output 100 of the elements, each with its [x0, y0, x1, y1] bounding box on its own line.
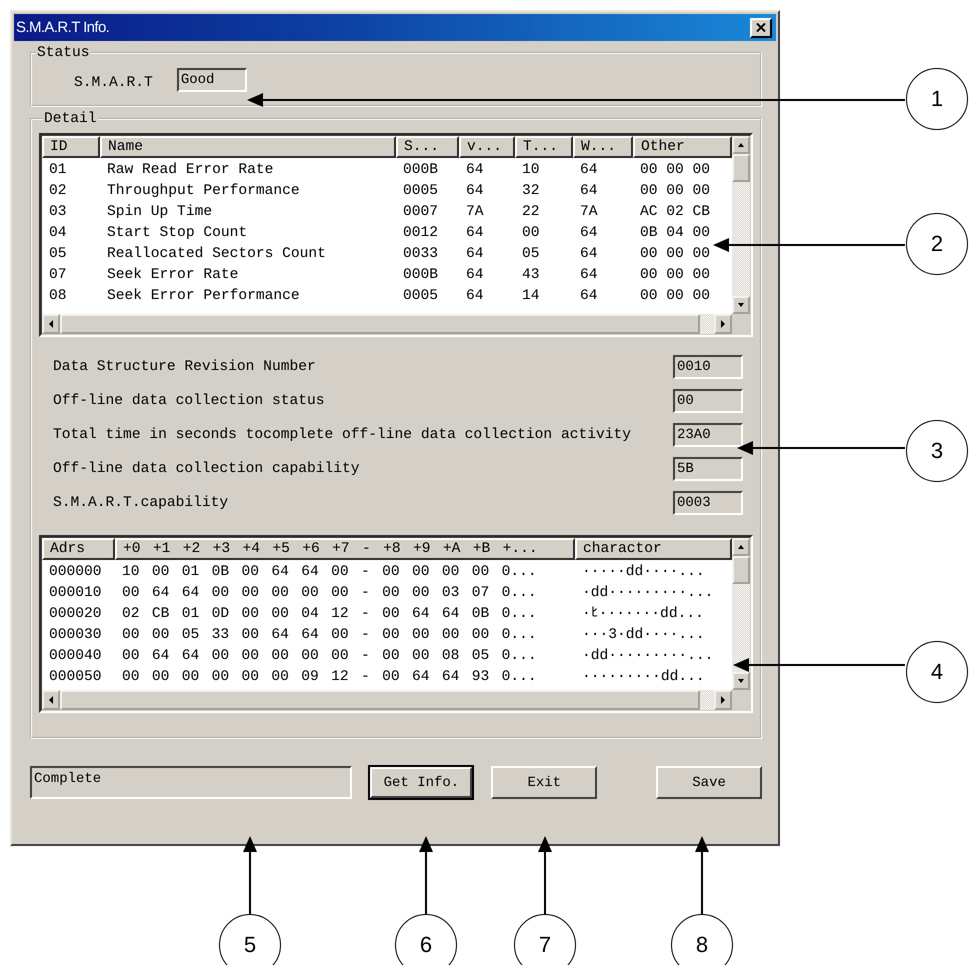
- table-cell-text: 14: [521, 287, 541, 306]
- push-button[interactable]: Get Info.: [369, 766, 474, 799]
- column-header[interactable]: ID: [42, 136, 100, 158]
- scrollbar-thumb[interactable]: [732, 556, 750, 584]
- callout-marker: 6: [395, 914, 457, 965]
- callout-marker: 1: [906, 68, 968, 130]
- up-arrow-icon: [737, 141, 745, 149]
- field-label: S.M.A.R.T.capability: [53, 495, 230, 511]
- value-field: 0010: [673, 355, 743, 379]
- table-cell-text: 10: [521, 161, 541, 180]
- table-cell-text: 0005: [402, 287, 440, 306]
- table-cell-text: 08: [48, 287, 68, 306]
- table-cell-text: 64: [579, 266, 599, 285]
- table-cell-text: 64: [465, 266, 485, 285]
- table-cell-text: 03: [48, 203, 68, 222]
- column-header[interactable]: T...: [515, 136, 573, 158]
- close-icon: [756, 23, 766, 32]
- scroll-up-button[interactable]: [732, 538, 750, 556]
- table-cell-text: Spin Up Time: [106, 203, 214, 222]
- table-cell-text: 07: [48, 266, 68, 285]
- table-cell-text: 00 64 64 00 00 00 00 00 - 00 00 08 05 0...: [121, 647, 538, 666]
- field-label: Data Structure Revision Number: [53, 359, 317, 375]
- push-button[interactable]: Exit: [491, 766, 598, 799]
- table-cell-text: 00: [521, 224, 541, 243]
- column-header[interactable]: S...: [396, 136, 459, 158]
- right-arrow-icon: [719, 696, 727, 704]
- scroll-down-button[interactable]: [732, 672, 750, 690]
- table-cell-text: 0005: [402, 182, 440, 201]
- table-cell-text: 22: [521, 203, 541, 222]
- scroll-right-button[interactable]: [714, 690, 732, 710]
- group-title: Detail: [43, 111, 98, 127]
- table-cell-text: 64: [465, 287, 485, 306]
- column-header[interactable]: +0 +1 +2 +3 +4 +5 +6 +7 - +8 +9 +A +B +...: [115, 538, 575, 560]
- table-cell-text: 00 00 05 33 00 64 64 00 - 00 00 00 00 0...: [121, 626, 538, 645]
- column-header[interactable]: Other: [633, 136, 732, 158]
- left-arrow-icon: [47, 320, 55, 328]
- table-cell-text: Seek Error Performance: [106, 287, 301, 306]
- table-cell-text: 000B: [402, 266, 440, 285]
- table-cell-text: Reallocated Sectors Count: [106, 245, 327, 264]
- scrollbar-thumb[interactable]: [732, 154, 750, 182]
- scroll-down-button[interactable]: [732, 296, 750, 314]
- callout-marker: 8: [671, 914, 733, 965]
- table-cell-text: Throughput Performance: [106, 182, 301, 201]
- table-cell-text: 02: [48, 182, 68, 201]
- table-cell-text: 7A: [579, 203, 599, 222]
- value-field: 00: [673, 389, 743, 413]
- table-cell-text: 64: [579, 245, 599, 264]
- table-cell-text: 000B: [402, 161, 440, 180]
- table-cell-text: 64: [579, 182, 599, 201]
- scrollbar-corner: [732, 690, 750, 710]
- status-field: Complete: [30, 766, 352, 799]
- scroll-left-button[interactable]: [42, 314, 60, 334]
- scroll-up-button[interactable]: [732, 136, 750, 154]
- table-cell-text: 000050: [48, 668, 103, 687]
- table-cell-text: 00 00 00: [639, 287, 712, 306]
- up-arrow-icon: [737, 543, 745, 551]
- field-label: Off-line data collection capability: [53, 461, 361, 477]
- column-header[interactable]: v...: [459, 136, 515, 158]
- scroll-left-button[interactable]: [42, 690, 60, 710]
- status-field: Good: [176, 68, 247, 92]
- callout-marker: 4: [906, 641, 968, 703]
- column-header[interactable]: W...: [573, 136, 633, 158]
- table-cell-text: 00 00 00: [639, 245, 712, 264]
- value-field: 5B: [673, 457, 743, 481]
- table-cell-text: 64: [579, 161, 599, 180]
- table-cell-text: Start Stop Count: [106, 224, 248, 243]
- table-cell-text: 7A: [465, 203, 485, 222]
- close-button[interactable]: [750, 18, 772, 38]
- table-cell-text: 05: [48, 245, 68, 264]
- callout-marker: 5: [219, 914, 281, 965]
- table-cell-text: ·dd·········...: [581, 647, 714, 666]
- push-button[interactable]: Save: [656, 766, 762, 799]
- table-cell-text: ···3·dd····...: [581, 626, 706, 645]
- down-arrow-icon: [737, 677, 745, 685]
- window-title: S.M.A.R.T Info.: [16, 19, 110, 36]
- column-header[interactable]: Adrs: [42, 538, 115, 560]
- table-cell-text: 05: [521, 245, 541, 264]
- scrollbar-corner: [732, 314, 750, 334]
- table-cell-text: 64: [465, 182, 485, 201]
- table-cell-text: ·dd·········...: [581, 584, 714, 603]
- value-field: 23A0: [673, 423, 743, 447]
- table-cell-text: 00 64 64 00 00 00 00 00 - 00 00 03 07 0...: [121, 584, 538, 603]
- column-header[interactable]: Name: [100, 136, 396, 158]
- column-header[interactable]: charactor: [575, 538, 732, 560]
- table-cell-text: ·ﾋ·······dd...: [581, 605, 705, 624]
- table-cell-text: Seek Error Rate: [106, 266, 240, 285]
- table-cell-text: 32: [521, 182, 541, 201]
- table-cell-text: 00 00 00: [639, 266, 712, 285]
- table-cell-text: 000000: [48, 563, 103, 582]
- callout-marker: 7: [514, 914, 576, 965]
- field-label: S.M.A.R.T: [74, 75, 153, 91]
- table-cell-text: 0B 04 00: [639, 224, 712, 243]
- table-cell-text: ·····dd····...: [581, 563, 706, 582]
- table-cell-text: 64: [579, 287, 599, 306]
- scroll-right-button[interactable]: [714, 314, 732, 334]
- table-cell-text: 64: [465, 224, 485, 243]
- table-cell-text: 000010: [48, 584, 103, 603]
- table-cell-text: 43: [521, 266, 541, 285]
- table-cell-text: 64: [465, 245, 485, 264]
- table-cell-text: 000020: [48, 605, 103, 624]
